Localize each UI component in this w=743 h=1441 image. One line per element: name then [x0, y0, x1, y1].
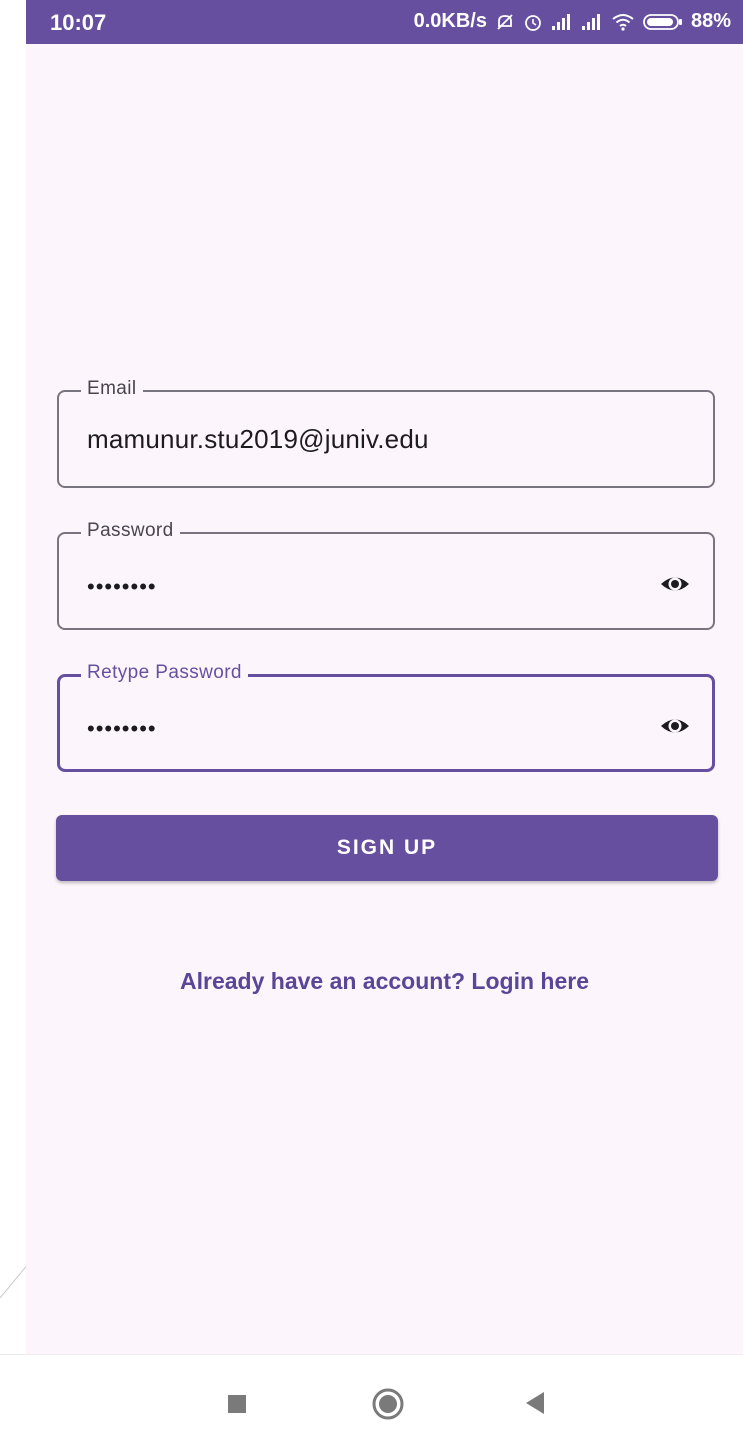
- login-link[interactable]: Already have an account? Login here: [26, 968, 743, 995]
- wifi-icon: [611, 13, 635, 31]
- eye-icon[interactable]: [659, 710, 691, 742]
- recents-square-icon[interactable]: [228, 1395, 246, 1413]
- password-label: Password: [81, 520, 180, 542]
- status-time: 10:07: [50, 10, 107, 35]
- password-value[interactable]: ••••••••: [87, 574, 157, 600]
- signup-screen: Email mamunur.stu2019@juniv.edu Password…: [26, 44, 743, 1354]
- signup-button[interactable]: SIGN UP: [56, 815, 718, 881]
- status-indicators: 0.0KB/s 88%: [414, 10, 731, 33]
- signal-icon: [581, 13, 603, 31]
- network-speed: 0.0KB/s: [413, 10, 487, 32]
- status-bar: 10:07 0.0KB/s 88%: [26, 0, 743, 44]
- mute-icon: [495, 12, 515, 32]
- home-circle-icon[interactable]: [372, 1388, 404, 1420]
- battery-percent: 88%: [690, 10, 731, 32]
- retype-password-field[interactable]: Retype Password ••••••••: [57, 662, 715, 772]
- battery-icon: [643, 13, 683, 31]
- email-label: Email: [81, 378, 143, 400]
- navigation-bar: [0, 1354, 743, 1441]
- back-triangle-icon[interactable]: [522, 1390, 546, 1416]
- retype-password-value[interactable]: ••••••••: [87, 716, 157, 742]
- alarm-icon: [523, 12, 543, 32]
- eye-icon[interactable]: [659, 568, 691, 600]
- password-field[interactable]: Password ••••••••: [57, 520, 715, 630]
- signal-icon: [551, 13, 573, 31]
- email-value[interactable]: mamunur.stu2019@juniv.edu: [87, 424, 429, 455]
- email-field[interactable]: Email mamunur.stu2019@juniv.edu: [57, 378, 715, 488]
- retype-password-label: Retype Password: [81, 662, 248, 684]
